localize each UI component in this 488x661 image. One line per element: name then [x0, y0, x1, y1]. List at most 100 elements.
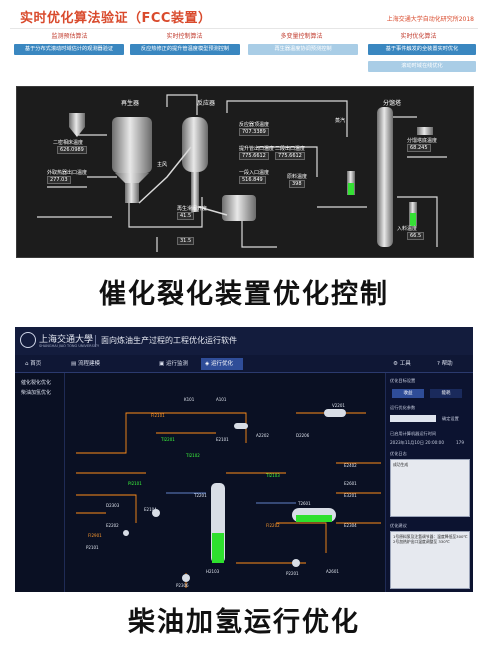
control-button[interactable]: 反应热修正的提升管温度模型预测控制 — [130, 44, 240, 55]
flow-tag-17: P2201 — [286, 571, 299, 576]
flow-tag-27: E2601 — [344, 481, 357, 486]
reactor-top-value: 707.3389 — [239, 128, 269, 136]
flow-tag-15: H2103 — [206, 569, 220, 574]
flow-tag-9: T2201 — [194, 493, 207, 498]
flow-tag-7: PI2101 — [128, 481, 142, 486]
weight-label: 运行优化参数 — [390, 405, 416, 410]
section-title-mpc: 多变量控制算法 — [280, 33, 323, 40]
profit-button[interactable]: 收益 — [392, 389, 424, 398]
tab-optimize[interactable]: ◈ 运行优化 — [201, 358, 243, 370]
monitor-icon: ▣ — [159, 361, 166, 367]
fcc-org: 上海交通大学自动化研究所2018 — [386, 16, 474, 23]
nav-bar: ⌂ 首页 ▤ 流程建模 ▣ 运行监测 ◈ 运行优化 ⚙ 工具 ? 帮助 — [15, 355, 473, 373]
sidebar-item-diesel[interactable]: 柴油加氢优化 — [21, 389, 51, 396]
tab-modeling[interactable]: ▤ 流程建模 — [67, 358, 109, 370]
runtime-label: 已启用计算机器运行时间 — [390, 431, 437, 436]
flow-tag-19: E2202 — [106, 523, 119, 528]
reactor-top-label: 反应器顶温度 — [239, 122, 270, 128]
riser-label: 提升管出口温度 — [239, 146, 275, 152]
sjtu-logo-icon — [20, 332, 36, 348]
tools-button[interactable]: ⚙ 工具 — [389, 358, 429, 370]
tab-home[interactable]: ⌂ 首页 — [21, 358, 59, 370]
monitor-button[interactable]: 基于分布式滚动时域估计的观测器验证 — [14, 44, 124, 55]
title-divider — [95, 335, 96, 347]
riser-out-value: 775.6612 — [275, 152, 305, 160]
equipment-icons — [123, 409, 346, 582]
outer-steam-value: 277.03 — [47, 176, 71, 184]
sidebar: 催化裂化优化 柴油加氢优化 — [15, 373, 65, 592]
opt-target-label: 优化目标设置 — [390, 378, 416, 383]
flue-cyclone — [69, 113, 85, 137]
outer-steam-label: 外取热器出口温度 — [47, 170, 88, 176]
log-box: 成功生成 — [390, 459, 470, 517]
app-title: 面向炼油生产过程的工程优化运行软件 — [101, 336, 237, 345]
flow-tag-10: A2202 — [256, 433, 269, 438]
flow-tag-26: E2402 — [344, 463, 357, 468]
regen-temp-label: 二密相床温度 — [53, 140, 84, 146]
flow-tag-5: TI2201 — [161, 437, 175, 442]
regenerator-vessel — [112, 117, 152, 203]
flow-tag-3: E2101 — [216, 437, 229, 442]
regen-slide-value: 41.5 — [177, 212, 195, 220]
section-title-control: 实时控制算法 — [166, 33, 203, 40]
flow-tag-6: TI2102 — [186, 453, 200, 458]
steam-label: 蒸汽 — [335, 118, 346, 124]
main-column — [211, 483, 225, 563]
riser-value: 775.6612 — [239, 152, 269, 160]
diesel-caption: 柴油加氢运行优化 — [128, 607, 360, 638]
flow-tag-8: E2104 — [144, 507, 157, 512]
fractionator-label: 分馏塔 — [383, 100, 402, 107]
university-subtitle: SHANGHAI JIAO TONG UNIVERSITY — [39, 344, 100, 348]
help-button[interactable]: ? 帮助 — [433, 358, 471, 370]
feed-in-label: 入料温度 — [397, 226, 418, 232]
gear-icon: ⚙ — [393, 361, 400, 367]
feed-in-value: 66.5 — [407, 232, 425, 240]
composite-figure: 实时优化算法验证（FCC装置） 上海交通大学自动化研究所2018 监测预估算法 … — [0, 0, 488, 661]
riser-inlet-value: 516.849 — [239, 176, 266, 184]
bottom-temp-label: 分馏塔底温度 — [407, 138, 438, 144]
bottom-temp-value: 68.245 — [407, 144, 431, 152]
flow-tag-11: D2206 — [296, 433, 310, 438]
diesel-software-window: 上海交通大學 SHANGHAI JIAO TONG UNIVERSITY 面向炼… — [15, 327, 473, 592]
regenerator-label: 再生器 — [121, 100, 140, 107]
flow-tag-12: V2201 — [332, 403, 345, 408]
flow-tag-21: P2101 — [86, 545, 99, 550]
main-air-label: 主风 — [157, 162, 168, 168]
apply-label[interactable]: 确定设置 — [442, 416, 459, 422]
tab-monitor[interactable]: ▣ 运行监测 — [155, 358, 197, 370]
flow-tag-1: K101 — [184, 397, 195, 402]
mpc-button[interactable]: 再生器温度协调预测控制 — [248, 44, 358, 55]
regen-temp-value: 626.0989 — [57, 146, 87, 154]
section-title-monitor: 监测预估算法 — [51, 33, 88, 40]
weight-input[interactable] — [390, 415, 436, 422]
divider — [10, 28, 478, 29]
feed-temp-value: 398 — [289, 180, 305, 188]
rolling-opt-button[interactable]: 滚动时域在线优化 — [368, 61, 476, 72]
diesel-flow-diagram: K101 A101 E2101 FI2101 TI2201 TI2102 PI2… — [66, 373, 384, 592]
fractionator-column — [347, 107, 433, 247]
log-text: 成功生成 — [393, 462, 409, 467]
energy-button[interactable]: 能耗 — [430, 389, 462, 398]
flow-tag-22: FI2901 — [88, 533, 102, 538]
result-label: 优化建议 — [390, 523, 407, 528]
flow-icon: ▤ — [71, 361, 78, 367]
flow-tag-4: FI2101 — [151, 413, 165, 418]
reactor-label: 反应器 — [197, 100, 216, 107]
flow-tag-16: P2306 — [176, 583, 189, 588]
flow-tag-23: E2304 — [344, 523, 357, 528]
section-title-rto: 实时优化算法 — [400, 33, 437, 40]
result-text: 1号原料泵及注氢调节器：温度降低至300℃ 2号加热炉出口温度调整至 330℃ — [393, 534, 468, 544]
sidebar-item-fcc[interactable]: 催化裂化优化 — [21, 379, 51, 386]
feed-temp-label: 原料温度 — [287, 174, 308, 180]
fcc-validation-panel: 实时优化算法验证（FCC装置） 上海交通大学自动化研究所2018 监测预估算法 … — [8, 4, 480, 258]
regen-slide-label: 再生滑阀开度 — [177, 206, 208, 212]
flow-tag-14: FI2202 — [266, 523, 280, 528]
flow-tag-24: T2601 — [298, 501, 311, 506]
fcc-caption: 催化裂化装置优化控制 — [99, 279, 389, 310]
fcc-process-diagram: 再生器 反应器 分馏塔 二密相床温度 626.0989 外取热器出口温度 277… — [16, 86, 474, 258]
flow-tag-20: E3201 — [344, 493, 357, 498]
riser-inlet-label: 一段入口温度 — [239, 170, 270, 176]
rto-button[interactable]: 基于事件触发的全装置实时优化 — [368, 44, 476, 55]
flow-tag-2: A101 — [216, 397, 227, 402]
title-bar: 上海交通大學 SHANGHAI JIAO TONG UNIVERSITY 面向炼… — [15, 327, 473, 355]
